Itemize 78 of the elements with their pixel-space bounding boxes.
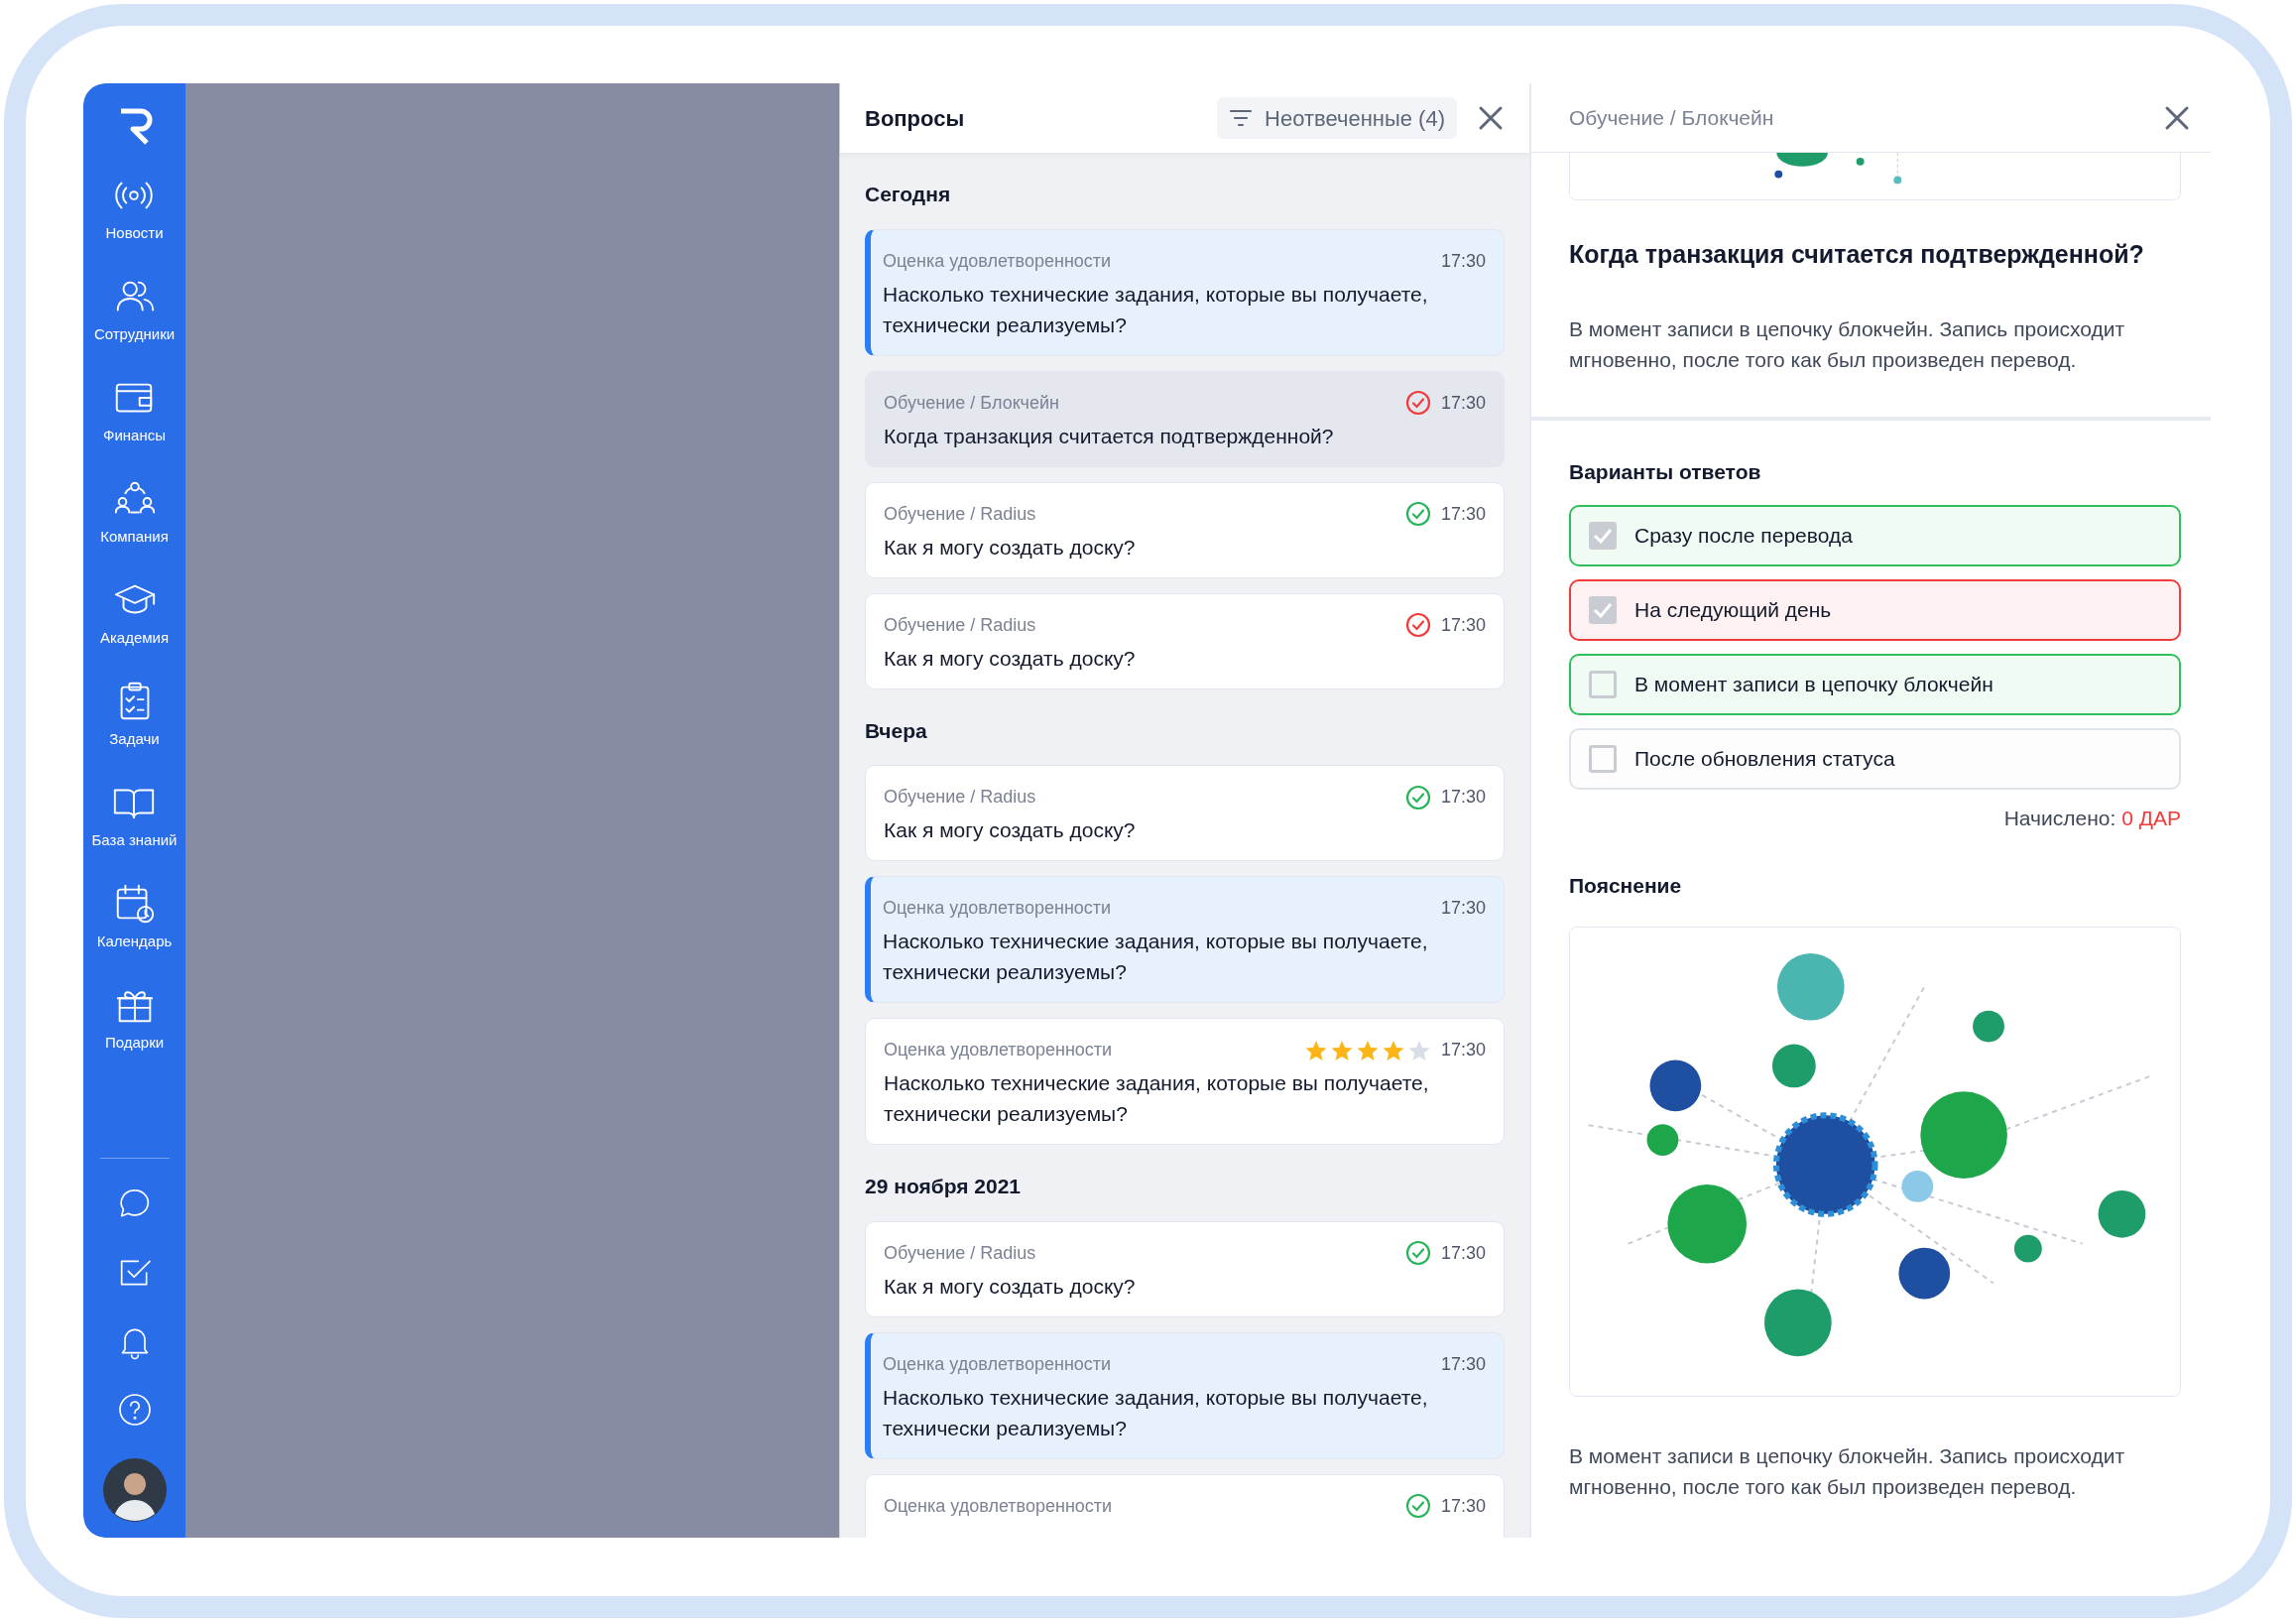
section-heading: Пояснение — [1569, 872, 1683, 899]
sidebar-item[interactable]: Компания — [100, 476, 169, 577]
option-label: Сразу после перевода — [1634, 523, 1853, 550]
question-text: Насколько технические задания, которые вы получаете, технически реализуемы? — [883, 929, 1429, 985]
check-icon — [1593, 528, 1613, 544]
question-card[interactable]: Обучение / Radius 17:30 Как я могу создать доску? — [865, 592, 1505, 689]
question-text: Как я могу создать доску? — [884, 817, 1137, 843]
question-card[interactable]: Оценка удовлетворенности 17:30 — [865, 1473, 1505, 1538]
filter-icon — [1229, 108, 1254, 128]
sidebar-item[interactable]: Подарки — [104, 982, 165, 1083]
question-card[interactable]: Обучение / Блокчейн 17:30 Когда транзакция считается подтвержденной? — [865, 370, 1505, 467]
question-text: Насколько технические задания, которые вы получаете, технически реализуемы? — [883, 1384, 1429, 1441]
avatar[interactable] — [102, 1458, 167, 1522]
question-category: Обучение / Radius — [884, 502, 1036, 526]
question-time: 17:30 — [1440, 391, 1486, 415]
question-category: Обучение / Блокчейн — [884, 391, 1059, 415]
question-card[interactable]: Обучение / Radius 17:30 Как я могу создать доску? — [865, 481, 1505, 578]
question-card[interactable]: Оценка удовлетворенности 17:30 Насколько технические задания, которые вы получаете, технически реализуемы? — [865, 876, 1505, 1003]
reward-label: Начислено: — [2003, 806, 2116, 831]
question-time: 17:30 — [1440, 786, 1486, 809]
panel-title: Вопросы — [865, 104, 965, 133]
sidebar-item[interactable]: Новости — [105, 173, 164, 274]
question-category: Оценка удовлетворенности — [884, 1039, 1113, 1061]
question-card[interactable]: Оценка удовлетворенности 17:30 Насколько технические задания, которые вы получаете, технически реализуемы? — [865, 1331, 1505, 1459]
option-label: В момент записи в цепочку блокчейн — [1634, 672, 1994, 698]
sidebar-item[interactable]: Финансы — [103, 375, 166, 476]
answer-option[interactable]: На следующий день — [1569, 579, 2181, 641]
question-time: 17:30 — [1440, 613, 1486, 637]
answer-text: В момент записи в цепочку блокчейн. Запись происходит мгновенно, после того как был произведен перевод. — [1569, 315, 2126, 373]
reward-value: 0 ДАР — [2121, 806, 2181, 831]
date-heading: Вчера — [865, 717, 928, 744]
question-text: Когда транзакция считается подтвержденной? — [884, 423, 1335, 449]
question-time: 17:30 — [1440, 1241, 1486, 1265]
filter-button[interactable]: Неотвеченные (4) — [1217, 97, 1457, 139]
checkbox[interactable] — [1589, 745, 1617, 773]
checkbox[interactable] — [1589, 671, 1617, 698]
question-category: Обучение / Radius — [884, 1241, 1036, 1265]
check-icon — [1593, 602, 1613, 618]
question-text: Как я могу создать доску? — [884, 534, 1137, 561]
question-card[interactable]: Обучение / Radius 17:30 Как я могу создать доску? — [865, 1220, 1505, 1317]
question-card[interactable]: Оценка удовлетворенности 17:30 Насколько технические задания, которые вы получаете, технически реализуемы? — [865, 1018, 1505, 1145]
question-category: Обучение / Radius — [884, 613, 1036, 637]
sidebar-item[interactable]: База знаний — [91, 780, 178, 881]
date-heading: 29 ноября 2021 — [865, 1174, 1022, 1199]
question-time: 17:30 — [1440, 502, 1486, 526]
question-category: Оценка удовлетворенности — [884, 1494, 1113, 1518]
question-category: Оценка удовлетворенности — [883, 249, 1112, 273]
question-time: 17:30 — [1440, 1039, 1486, 1061]
question-title: Когда транзакция считается подтвержденной? — [1569, 239, 2145, 270]
sidebar-item[interactable]: Задачи — [109, 679, 160, 780]
close-button[interactable] — [1477, 104, 1505, 132]
option-label: После обновления статуса — [1634, 746, 1895, 773]
checkbox[interactable] — [1589, 522, 1617, 550]
question-card[interactable]: Оценка удовлетворенности 17:30 Насколько технические задания, которые вы получаете, технически реализуемы? — [865, 228, 1505, 356]
question-time: 17:30 — [1440, 1352, 1486, 1376]
answer-option[interactable]: Сразу после перевода — [1569, 505, 2181, 566]
question-time: 17:30 — [1440, 897, 1486, 920]
sidebar-item[interactable]: Календарь — [96, 881, 173, 982]
question-card[interactable]: Обучение / Radius 17:30 Как я могу создать доску? — [865, 765, 1505, 861]
question-category: Обучение / Radius — [884, 786, 1036, 809]
question-category: Оценка удовлетворенности — [883, 897, 1112, 920]
question-time: 17:30 — [1440, 1494, 1486, 1518]
question-text: Как я могу создать доску? — [884, 645, 1137, 672]
answer-option[interactable]: После обновления статуса — [1569, 728, 2181, 790]
breadcrumb: Обучение / Блокчейн — [1569, 104, 1774, 131]
date-heading: Сегодня — [865, 182, 952, 207]
explanation-text: В момент записи в цепочку блокчейн. Запись происходит мгновенно, после того как был произведен перевод. — [1569, 1443, 2126, 1500]
question-time: 17:30 — [1440, 249, 1486, 273]
checkbox[interactable] — [1589, 596, 1617, 624]
sidebar-item[interactable]: Академия — [99, 577, 170, 679]
question-category: Оценка удовлетворенности — [883, 1352, 1112, 1376]
question-text: Как я могу создать доску? — [884, 1273, 1137, 1300]
question-text: Насколько технические задания, которые вы получаете, технически реализуемы? — [884, 1070, 1430, 1127]
question-text: Насколько технические задания, которые вы получаете, технически реализуемы? — [883, 281, 1429, 338]
option-label: На следующий день — [1634, 597, 1832, 624]
section-heading: Варианты ответов — [1569, 458, 1762, 485]
sidebar-item[interactable]: Сотрудники — [93, 274, 176, 375]
answer-option[interactable]: В момент записи в цепочку блокчейн — [1569, 654, 2181, 715]
